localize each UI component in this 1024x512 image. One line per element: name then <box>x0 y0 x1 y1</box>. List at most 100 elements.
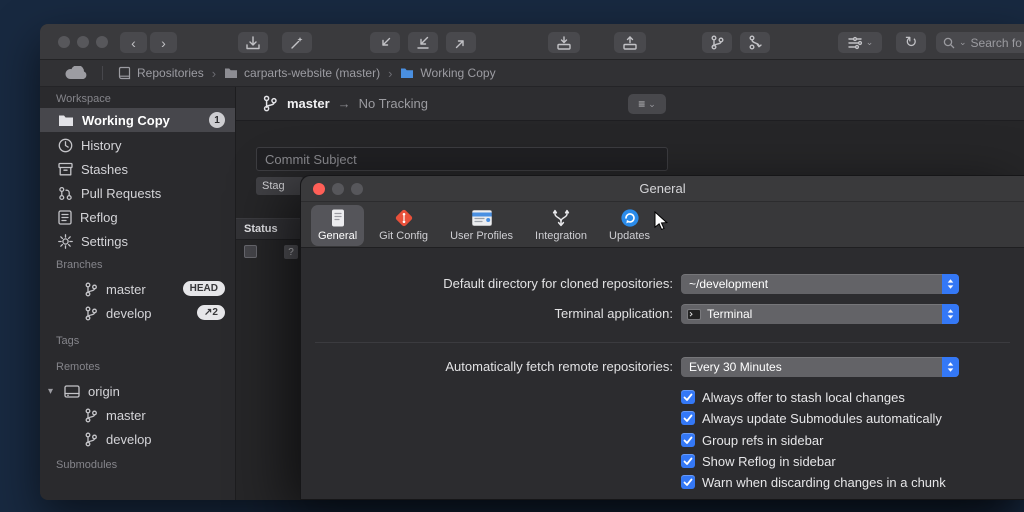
reflog-list-icon <box>58 210 72 225</box>
sidebar-section-tags: Tags <box>56 335 79 347</box>
sidebar-item-remote-develop[interactable]: develop <box>40 427 235 451</box>
sidebar-item-history[interactable]: History <box>40 133 235 157</box>
wand-icon <box>289 35 305 51</box>
breadcrumb-repositories[interactable]: Repositories <box>117 66 204 80</box>
branch-button[interactable] <box>702 32 732 53</box>
search-icon <box>943 37 955 49</box>
git-flow-button[interactable]: ⌄ <box>838 32 882 53</box>
search-scope-chevron-icon: ⌄ <box>959 37 967 48</box>
remote-server-icon <box>64 385 80 398</box>
checkbox-checked[interactable] <box>681 454 695 468</box>
chevron-down-icon: ⌄ <box>866 38 874 47</box>
sidebar-item-stashes[interactable]: Stashes <box>40 157 235 181</box>
checkbox-checked[interactable] <box>681 411 695 425</box>
stage-button[interactable]: Stag <box>256 177 304 195</box>
commit-subject-field <box>256 147 668 171</box>
refresh-icon: ↻ <box>905 35 918 50</box>
mouse-cursor <box>654 211 669 232</box>
clone-directory-select[interactable]: ~/development <box>681 274 959 294</box>
pull-request-icon <box>58 186 73 201</box>
stash-icon <box>556 35 572 51</box>
unstash-icon <box>622 35 638 51</box>
section-divider <box>315 342 1010 343</box>
checkbox-checked[interactable] <box>681 433 695 447</box>
breadcrumb-repo[interactable]: carparts-website (master) <box>224 66 380 80</box>
unstash-button[interactable] <box>614 32 646 53</box>
branch-icon <box>84 408 98 423</box>
toolbar: ‹ › <box>40 24 1024 60</box>
sidebar: Workspace Working Copy 1 History Stashes <box>40 87 236 500</box>
sidebar-section-branches: Branches <box>56 259 102 271</box>
auto-fetch-select[interactable]: Every 30 Minutes <box>681 357 959 377</box>
search-field[interactable]: ⌄ <box>936 32 1024 53</box>
sidebar-item-branch-develop[interactable]: develop ↗2 <box>40 301 235 325</box>
preferences-general-pane: Default directory for cloned repositorie… <box>301 248 1024 499</box>
clock-icon <box>58 138 73 153</box>
checkbox-row-group-refs: Group refs in sidebar <box>681 432 823 448</box>
hamburger-menu-icon: ≡ <box>638 97 645 111</box>
forward-icon: › <box>161 36 166 50</box>
forward-button[interactable]: › <box>150 32 177 53</box>
tracking-arrow: → <box>338 96 351 111</box>
tab-general[interactable]: General <box>311 205 364 246</box>
discard-button[interactable] <box>282 32 312 53</box>
merge-icon <box>748 35 763 50</box>
stepper-arrows-icon <box>942 274 959 294</box>
folder-icon <box>58 114 74 127</box>
commit-button[interactable] <box>238 32 268 53</box>
blue-folder-icon <box>400 67 414 79</box>
breadcrumb-working-copy[interactable]: Working Copy <box>400 66 495 80</box>
sidebar-item-settings[interactable]: Settings <box>40 229 235 253</box>
auto-fetch-label: Automatically fetch remote repositories: <box>301 357 673 377</box>
sidebar-item-working-copy[interactable]: Working Copy 1 <box>40 108 235 132</box>
back-icon: ‹ <box>131 36 136 50</box>
stepper-arrows-icon <box>942 304 959 324</box>
search-input[interactable] <box>971 36 1024 50</box>
stash-box-icon <box>58 162 73 176</box>
file-checkbox[interactable] <box>244 245 257 258</box>
git-diamond-icon <box>394 208 414 228</box>
stepper-arrows-icon <box>942 357 959 377</box>
fetch-arrow-icon <box>415 35 431 51</box>
checkbox-row-warn-discard-chunk: Warn when discarding changes in a chunk <box>681 474 946 490</box>
sidebar-section-submodules: Submodules <box>56 459 117 471</box>
checkbox-checked[interactable] <box>681 475 695 489</box>
chevron-down-icon: ⌄ <box>648 99 656 110</box>
branch-icon <box>84 432 98 447</box>
back-button[interactable]: ‹ <box>120 32 147 53</box>
sidebar-item-pull-requests[interactable]: Pull Requests <box>40 181 235 205</box>
commit-icon <box>245 35 261 51</box>
head-badge: HEAD <box>183 281 225 296</box>
push-button[interactable] <box>446 32 476 53</box>
sidebar-item-remote-origin[interactable]: ▾ origin <box>40 379 235 403</box>
checkbox-checked[interactable] <box>681 390 695 404</box>
breadcrumb-divider <box>102 66 103 80</box>
branch-icon <box>262 95 278 112</box>
tab-git-config[interactable]: Git Config <box>372 205 435 246</box>
fetch-button[interactable] <box>408 32 438 53</box>
refresh-button[interactable]: ↻ <box>896 32 926 53</box>
current-branch-label: master <box>287 96 330 111</box>
merge-button[interactable] <box>740 32 770 53</box>
terminal-application-select[interactable]: Terminal <box>681 304 959 324</box>
checkbox-row-stash-local-changes: Always offer to stash local changes <box>681 389 905 405</box>
breadcrumb: Repositories › carparts-website (master)… <box>40 60 1024 87</box>
view-options-button[interactable]: ≡ ⌄ <box>628 94 666 114</box>
tab-integration[interactable]: Integration <box>528 205 594 246</box>
sidebar-item-remote-master[interactable]: master <box>40 403 235 427</box>
sidebar-item-reflog[interactable]: Reflog <box>40 205 235 229</box>
sidebar-item-branch-master[interactable]: master HEAD <box>40 277 235 301</box>
stash-button[interactable] <box>548 32 580 53</box>
zoom-window-button[interactable] <box>96 36 108 48</box>
folder-icon <box>224 67 238 79</box>
commit-subject-input[interactable] <box>257 152 667 167</box>
working-copy-badge: 1 <box>209 112 225 128</box>
tab-updates[interactable]: Updates <box>602 205 657 246</box>
minimize-window-button[interactable] <box>77 36 89 48</box>
cloud-icon[interactable] <box>64 66 88 80</box>
disclosure-triangle-icon[interactable]: ▾ <box>48 386 53 397</box>
close-window-button[interactable] <box>58 36 70 48</box>
pull-button[interactable] <box>370 32 400 53</box>
tab-user-profiles[interactable]: User Profiles <box>443 205 520 246</box>
updates-refresh-icon <box>620 208 640 228</box>
